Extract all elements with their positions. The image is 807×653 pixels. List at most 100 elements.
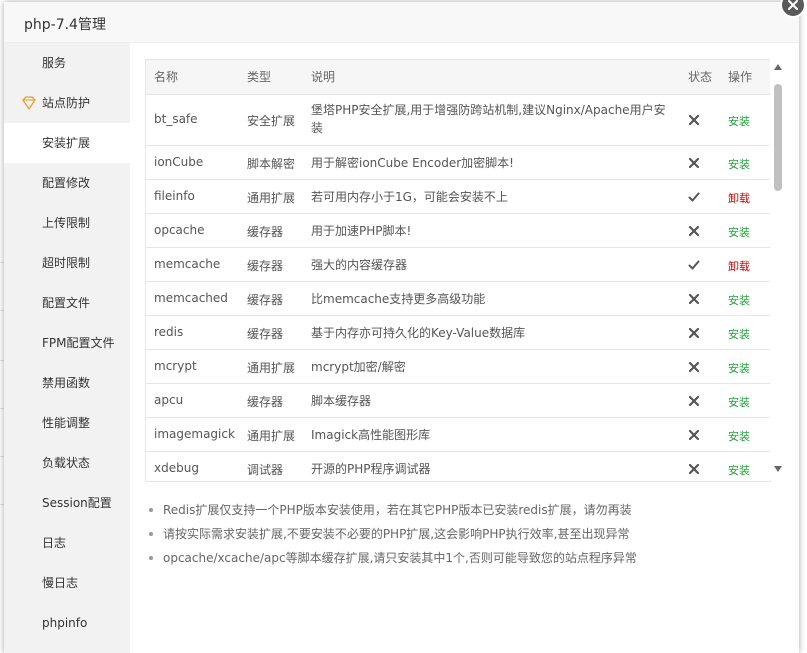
note-item: Redis扩展仅支持一个PHP版本安装使用，若在其它PHP版本已安装redis扩… [145,498,785,522]
cross-icon [688,361,700,373]
extension-description: mcrypt加密/解密 [311,360,406,374]
sidebar-item[interactable]: 性能调整 [4,403,130,443]
extension-description: 强大的内容缓存器 [311,258,408,272]
extension-description: Imagick高性能图形库 [311,428,431,442]
sidebar-item[interactable]: 负载状态 [4,443,130,483]
sidebar-item-label: Session配置 [42,496,112,510]
sidebar: 服务站点防护安装扩展配置修改上传限制超时限制配置文件 FPM配置文件禁用函数性能调… [4,43,130,653]
table-row: bt_safe 安全扩展 堡塔PHP安全扩展,用于增强防跨站机制,建议Nginx/A… [146,95,770,146]
extension-type: 缓存器 [247,327,284,341]
install-link[interactable]: 安装 [728,428,750,444]
install-link[interactable]: 安装 [728,113,750,129]
extension-description: 用于加速PHP脚本! [311,224,412,238]
install-link[interactable]: 安装 [728,224,750,240]
sidebar-item[interactable]: 安装扩展 [4,123,130,163]
extension-type: 缓存器 [247,395,284,409]
sidebar-item[interactable]: 配置文件 [4,283,130,323]
extensions-table: 名称 类型 说明 状态 操作 bt_safe 安全扩展 堡塔PHP安全扩展,用于增强… [145,59,771,482]
extension-type: 脚本解密 [247,157,296,171]
uninstall-link[interactable]: 卸载 [728,258,750,274]
table-row: opcache 缓存器 用于加速PHP脚本! 安装 [146,214,770,248]
install-link[interactable]: 安装 [728,394,750,410]
close-icon [788,0,798,10]
sidebar-item[interactable]: 禁用函数 [4,363,130,403]
scrollbar-thumb[interactable] [774,84,782,191]
check-icon [688,192,700,202]
notes-list: Redis扩展仅支持一个PHP版本安装使用，若在其它PHP版本已安装redis扩… [145,498,785,570]
table-row: mcrypt 通用扩展 mcrypt加密/解密 安装 [146,350,770,384]
table-row: redis 缓存器 基于内存亦可持久化的Key-Value数据库 安装 [146,316,770,350]
sidebar-item-label: 服务 [42,56,67,70]
uninstall-link[interactable]: 卸载 [728,190,750,206]
extension-type: 通用扩展 [247,191,296,205]
note-item: opcache/xcache/apc等脚本缓存扩展,请只安装其中1个,否则可能导… [145,546,785,570]
sidebar-item[interactable]: 超时限制 [4,243,130,283]
extension-name: memcached [154,291,228,305]
scroll-up-arrow-icon[interactable] [774,64,782,70]
sidebar-item[interactable]: 服务 [4,43,130,83]
sidebar-item-label: 负载状态 [42,456,91,470]
cross-icon [688,327,700,339]
cross-icon [688,395,700,407]
install-link[interactable]: 安装 [728,462,750,478]
cross-icon [688,463,700,475]
php-manager-dialog: php-7.4管理 服务站点防护安装扩展配置修改上传限制超时限制配置文件 FPM配… [4,2,799,653]
sidebar-item[interactable]: 配置修改 [4,163,130,203]
content-panel: 名称 类型 说明 状态 操作 bt_safe 安全扩展 堡塔PHP安全扩展,用于增强… [130,43,799,653]
extension-type: 安全扩展 [247,114,296,128]
sidebar-item[interactable]: phpinfo [4,603,130,643]
extension-description: 用于解密ionCube Encoder加密脚本! [311,156,514,170]
sidebar-item[interactable]: Session配置 [4,483,130,523]
install-link[interactable]: 安装 [728,326,750,342]
sidebar-item[interactable]: 慢日志 [4,563,130,603]
scroll-down-arrow-icon[interactable] [774,466,782,472]
dialog-title: php-7.4管理 [24,17,106,33]
table-row: ionCube 脚本解密 用于解密ionCube Encoder加密脚本! 安装 [146,146,770,180]
sidebar-item-label: 配置修改 [42,176,91,190]
extension-description: 开源的PHP程序调试器 [311,462,431,476]
table-row: imagemagick 通用扩展 Imagick高性能图形库 安装 [146,418,770,452]
install-link[interactable]: 安装 [728,156,750,172]
sidebar-item[interactable]: 上传限制 [4,203,130,243]
extension-type: 缓存器 [247,259,284,273]
dialog-titlebar[interactable]: php-7.4管理 [4,2,799,43]
table-row: fileinfo 通用扩展 若可用内存小于1G，可能会安装不上 卸载 [146,180,770,214]
sidebar-item-label: 日志 [42,536,67,550]
extension-type: 通用扩展 [247,361,296,375]
extension-description: 堡塔PHP安全扩展,用于增强防跨站机制,建议Nginx/Apache用户安装 [311,103,666,135]
extension-name: fileinfo [154,189,195,203]
sidebar-item[interactable]: FPM配置文件 [4,323,130,363]
extension-description: 脚本缓存器 [311,394,372,408]
extension-name: imagemagick [154,427,235,441]
extension-name: ionCube [154,155,204,169]
table-row: apcu 缓存器 脚本缓存器 安装 [146,384,770,418]
cross-icon [688,429,700,441]
install-link[interactable]: 安装 [728,360,750,376]
sidebar-item-label: 性能调整 [42,416,91,430]
column-header-action: 操作 [728,70,753,84]
extension-type: 缓存器 [247,225,284,239]
extension-description: 比memcache支持更多高级功能 [311,292,486,306]
table-header: 名称 类型 说明 状态 操作 [146,60,770,95]
cross-icon [688,157,700,169]
column-header-status: 状态 [688,70,713,84]
extension-type: 通用扩展 [247,429,296,443]
sidebar-item-label: 配置文件 [42,296,91,310]
sidebar-item[interactable]: 日志 [4,523,130,563]
sidebar-item-label: 站点防护 [42,96,91,110]
extension-description: 基于内存亦可持久化的Key-Value数据库 [311,326,526,340]
table-row: memcached 缓存器 比memcache支持更多高级功能 安装 [146,282,770,316]
sidebar-item[interactable]: 站点防护 [4,83,130,123]
sidebar-item-label: 禁用函数 [42,376,91,390]
extension-name: opcache [154,223,205,237]
extension-name: memcache [154,257,221,271]
sidebar-item-label: 超时限制 [42,256,91,270]
column-header-type: 类型 [247,70,272,84]
shield-diamond-icon [22,96,36,110]
cross-icon [688,225,700,237]
sidebar-item-label: 慢日志 [42,576,79,590]
extension-name: redis [154,325,184,339]
table-scrollbar[interactable] [770,58,786,480]
install-link[interactable]: 安装 [728,292,750,308]
cross-icon [688,114,700,126]
